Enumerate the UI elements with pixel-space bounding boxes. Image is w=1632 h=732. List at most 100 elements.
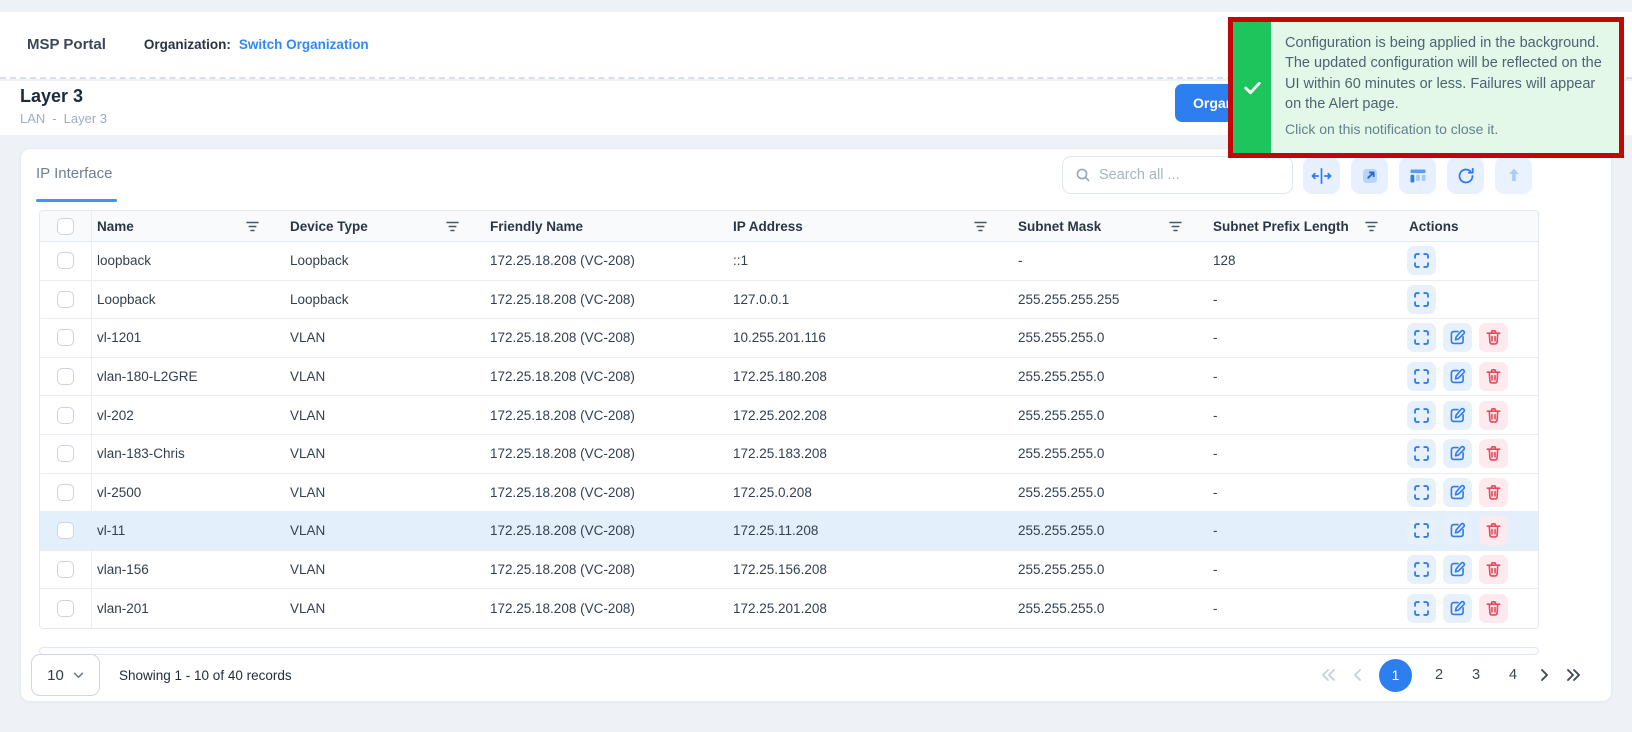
expand-button[interactable] xyxy=(1407,401,1436,430)
edit-button[interactable] xyxy=(1443,478,1472,507)
column-label: IP Address xyxy=(733,219,803,234)
pagination: 1 2 3 4 xyxy=(1321,654,1581,696)
cell-ip-address: 172.25.156.208 xyxy=(728,562,1013,577)
cell-ip-address: 172.25.202.208 xyxy=(728,408,1013,423)
ip-interface-table: NameDevice TypeFriendly NameIP AddressSu… xyxy=(39,210,1539,629)
filter-icon[interactable] xyxy=(974,221,987,232)
cell-ip-address: 172.25.180.208 xyxy=(728,369,1013,384)
row-actions xyxy=(1404,401,1538,430)
fit-columns-icon-button[interactable] xyxy=(1303,157,1340,194)
table-row[interactable]: vl-1201VLAN172.25.18.208 (VC-208)10.255.… xyxy=(40,319,1538,358)
delete-button[interactable] xyxy=(1479,594,1508,623)
row-actions xyxy=(1404,323,1538,352)
tab-ip-interface[interactable]: IP Interface xyxy=(36,165,112,182)
row-checkbox[interactable] xyxy=(57,252,74,269)
breadcrumb-parent[interactable]: LAN xyxy=(20,111,45,126)
table-row[interactable]: vlan-180-L2GREVLAN172.25.18.208 (VC-208)… xyxy=(40,358,1538,397)
expand-button[interactable] xyxy=(1407,362,1436,391)
delete-button[interactable] xyxy=(1479,478,1508,507)
portal-title[interactable]: MSP Portal xyxy=(27,36,106,53)
cell-name: vl-1201 xyxy=(92,330,285,345)
prev-page-button[interactable] xyxy=(1353,668,1362,682)
edit-button[interactable] xyxy=(1443,555,1472,584)
search-box[interactable] xyxy=(1062,156,1293,194)
toast-message: Configuration is being applied in the ba… xyxy=(1285,33,1605,114)
select-all-checkbox[interactable] xyxy=(57,218,74,235)
expand-button[interactable] xyxy=(1407,516,1436,545)
refresh-icon-button[interactable] xyxy=(1447,157,1484,194)
organization-link[interactable]: Switch Organization xyxy=(239,37,369,52)
delete-button[interactable] xyxy=(1479,516,1508,545)
row-checkbox[interactable] xyxy=(57,407,74,424)
cell-friendly-name: 172.25.18.208 (VC-208) xyxy=(485,523,728,538)
cell-device-type: VLAN xyxy=(285,485,485,500)
page-1-button[interactable]: 1 xyxy=(1379,659,1412,692)
expand-button[interactable] xyxy=(1407,246,1436,275)
row-checkbox[interactable] xyxy=(57,561,74,578)
expand-button[interactable] xyxy=(1407,323,1436,352)
last-page-button[interactable] xyxy=(1566,668,1581,682)
table-row[interactable]: loopbackLoopback172.25.18.208 (VC-208)::… xyxy=(40,242,1538,281)
edit-button[interactable] xyxy=(1443,401,1472,430)
cell-friendly-name: 172.25.18.208 (VC-208) xyxy=(485,408,728,423)
upload-icon-button[interactable] xyxy=(1495,157,1532,194)
delete-button[interactable] xyxy=(1479,555,1508,584)
row-checkbox[interactable] xyxy=(57,600,74,617)
edit-button[interactable] xyxy=(1443,594,1472,623)
cell-subnet-prefix-length: - xyxy=(1208,446,1404,461)
first-page-button[interactable] xyxy=(1321,668,1336,682)
cell-ip-address: 172.25.201.208 xyxy=(728,601,1013,616)
open-external-icon-button[interactable] xyxy=(1351,157,1388,194)
edit-button[interactable] xyxy=(1443,362,1472,391)
row-checkbox[interactable] xyxy=(57,484,74,501)
edit-button[interactable] xyxy=(1443,516,1472,545)
cell-subnet-mask: 255.255.255.0 xyxy=(1013,601,1208,616)
page-2-button[interactable]: 2 xyxy=(1429,667,1449,683)
cell-friendly-name: 172.25.18.208 (VC-208) xyxy=(485,446,728,461)
next-page-button[interactable] xyxy=(1540,668,1549,682)
expand-button[interactable] xyxy=(1407,439,1436,468)
filter-icon[interactable] xyxy=(246,221,259,232)
table-row[interactable]: vl-2500VLAN172.25.18.208 (VC-208)172.25.… xyxy=(40,474,1538,513)
column-label: Subnet Mask xyxy=(1018,219,1101,234)
page-size-select[interactable]: 10 xyxy=(31,654,100,696)
cell-ip-address: 172.25.0.208 xyxy=(728,485,1013,500)
expand-button[interactable] xyxy=(1407,478,1436,507)
cell-subnet-mask: 255.255.255.0 xyxy=(1013,562,1208,577)
cell-friendly-name: 172.25.18.208 (VC-208) xyxy=(485,562,728,577)
notification-toast[interactable]: Configuration is being applied in the ba… xyxy=(1228,17,1624,158)
filter-icon[interactable] xyxy=(446,221,459,232)
cell-subnet-mask: 255.255.255.0 xyxy=(1013,446,1208,461)
row-checkbox[interactable] xyxy=(57,291,74,308)
filter-icon[interactable] xyxy=(1365,221,1378,232)
table-row[interactable]: vl-11VLAN172.25.18.208 (VC-208)172.25.11… xyxy=(40,512,1538,551)
expand-button[interactable] xyxy=(1407,285,1436,314)
row-checkbox[interactable] xyxy=(57,329,74,346)
table-row[interactable]: LoopbackLoopback172.25.18.208 (VC-208)12… xyxy=(40,281,1538,320)
table-row[interactable]: vlan-156VLAN172.25.18.208 (VC-208)172.25… xyxy=(40,551,1538,590)
delete-button[interactable] xyxy=(1479,401,1508,430)
search-input[interactable] xyxy=(1099,167,1280,183)
page-4-button[interactable]: 4 xyxy=(1503,667,1523,683)
page-3-button[interactable]: 3 xyxy=(1466,667,1486,683)
cell-device-type: VLAN xyxy=(285,330,485,345)
row-select-cell xyxy=(40,512,92,550)
row-checkbox[interactable] xyxy=(57,445,74,462)
delete-button[interactable] xyxy=(1479,323,1508,352)
cell-ip-address: 127.0.0.1 xyxy=(728,292,1013,307)
cell-friendly-name: 172.25.18.208 (VC-208) xyxy=(485,601,728,616)
row-checkbox[interactable] xyxy=(57,522,74,539)
delete-button[interactable] xyxy=(1479,439,1508,468)
row-select-cell xyxy=(40,474,92,512)
columns-icon-button[interactable] xyxy=(1399,157,1436,194)
expand-button[interactable] xyxy=(1407,555,1436,584)
edit-button[interactable] xyxy=(1443,323,1472,352)
table-row[interactable]: vlan-183-ChrisVLAN172.25.18.208 (VC-208)… xyxy=(40,435,1538,474)
edit-button[interactable] xyxy=(1443,439,1472,468)
delete-button[interactable] xyxy=(1479,362,1508,391)
expand-button[interactable] xyxy=(1407,594,1436,623)
row-checkbox[interactable] xyxy=(57,368,74,385)
table-row[interactable]: vl-202VLAN172.25.18.208 (VC-208)172.25.2… xyxy=(40,396,1538,435)
filter-icon[interactable] xyxy=(1169,221,1182,232)
table-row[interactable]: vlan-201VLAN172.25.18.208 (VC-208)172.25… xyxy=(40,589,1538,628)
